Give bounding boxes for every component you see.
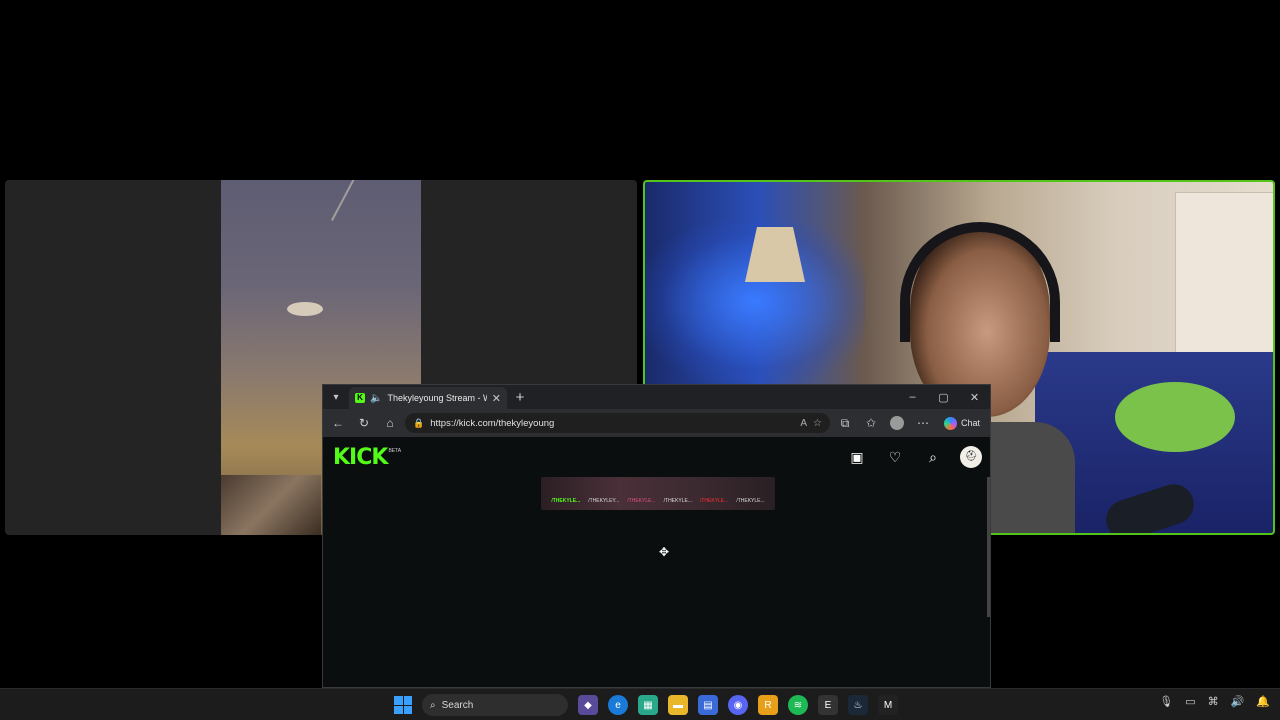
profile-button[interactable] — [886, 412, 908, 434]
ceiling-edge — [331, 180, 399, 221]
tab-list-icon[interactable]: ▾ — [323, 385, 349, 409]
minimize-button[interactable]: – — [897, 385, 928, 409]
browser-window[interactable]: ▾ K 🔈 Thekyleyoung Stream - Watch ✕ + – … — [322, 384, 991, 688]
notification-icon[interactable]: 🔔 — [1256, 695, 1270, 708]
user-avatar[interactable]: ⛑ — [960, 446, 982, 468]
read-aloud-icon[interactable]: A — [800, 418, 807, 429]
profile-avatar — [889, 416, 904, 430]
address-bar[interactable]: 🔒 https://kick.com/thekyleyoung A ☆ — [405, 413, 830, 433]
green-plush-toy — [1115, 382, 1235, 452]
discord-icon[interactable]: ◉ — [728, 695, 748, 715]
kick-header: KICK BETA ▣ ♡ ⌕ ⛑ — [323, 437, 990, 477]
bed-corner — [221, 475, 321, 535]
app-icon-teal[interactable]: ▦ — [638, 695, 658, 715]
channel-banner: /THEKYLE... /THEKYLEY... /THEKYLE... /TH… — [541, 477, 775, 510]
copilot-icon — [943, 416, 957, 430]
lock-icon[interactable]: 🔒 — [413, 418, 424, 429]
banner-instagram-link: /THEKYLE... — [627, 498, 656, 504]
game-app-icon[interactable]: ◆ — [578, 695, 598, 715]
navigation-bar: ← ↻ ⌂ 🔒 https://kick.com/thekyleyoung A … — [323, 409, 990, 437]
microphone-icon[interactable]: 🎙 — [1159, 695, 1173, 708]
volume-icon[interactable]: 🔊 — [1231, 695, 1245, 708]
taskbar-search[interactable]: ⌕ Search — [422, 694, 568, 716]
banner-youtube-link: /THEKYLE... — [699, 498, 729, 504]
ceiling-light — [287, 302, 323, 316]
display-icon[interactable]: ▭ — [1185, 695, 1195, 708]
favorite-icon[interactable]: ☆ — [813, 418, 822, 429]
network-icon[interactable]: ⌘ — [1208, 695, 1219, 708]
windows-start-icon[interactable] — [394, 696, 412, 714]
tab-title: Thekyleyoung Stream - Watch — [387, 393, 486, 403]
system-tray: 🎙 ▭ ⌘ 🔊 🔔 — [1159, 695, 1270, 708]
home-icon[interactable]: ⌂ — [379, 412, 401, 434]
reload-icon[interactable]: ↻ — [353, 412, 375, 434]
app-icon-bm[interactable]: M — [878, 695, 898, 715]
browser-tab-active[interactable]: K 🔈 Thekyleyoung Stream - Watch ✕ — [349, 387, 507, 409]
new-tab-button[interactable]: + — [507, 389, 533, 406]
edge-icon[interactable]: e — [608, 695, 628, 715]
move-cursor-icon: ✥ — [659, 545, 670, 559]
banner-x-link: /THEKYLE... — [736, 498, 765, 504]
file-explorer-icon[interactable]: ▬ — [668, 695, 688, 715]
steam-icon[interactable]: ♨ — [848, 695, 868, 715]
epic-games-icon[interactable]: E — [818, 695, 838, 715]
kick-favicon-icon: K — [355, 393, 365, 403]
tab-close-icon[interactable]: ✕ — [492, 392, 501, 405]
url-text[interactable]: https://kick.com/thekyleyoung — [430, 418, 794, 429]
close-window-button[interactable]: ✕ — [959, 385, 990, 409]
favorites-bar-icon[interactable]: ✩ — [860, 412, 882, 434]
spotify-icon[interactable]: ≋ — [788, 695, 808, 715]
maximize-button[interactable]: ▢ — [928, 385, 959, 409]
desktop: ▾ K 🔈 Thekyleyoung Stream - Watch ✕ + – … — [0, 0, 1280, 688]
taskbar: ⌕ Search ◆ e ▦ ▬ ▤ ◉ R ≋ E ♨ M 🎙 ▭ ⌘ 🔊 🔔 — [0, 688, 1280, 720]
banner-tiktok-link: /THEKYLE... — [663, 498, 692, 504]
chat-label: Chat — [960, 418, 980, 428]
banner-kick-link: /THEKYLE... — [551, 498, 581, 504]
copilot-chat-button[interactable]: Chat — [938, 413, 986, 433]
search-glass-icon: ⌕ — [430, 699, 436, 711]
store-icon[interactable]: ▤ — [698, 695, 718, 715]
more-icon[interactable]: ⋯ — [912, 412, 934, 434]
search-icon[interactable]: ⌕ — [922, 449, 944, 466]
taskbar-search-label: Search — [441, 699, 474, 711]
page-scrollbar[interactable] — [987, 477, 990, 617]
tab-bar: ▾ K 🔈 Thekyleyoung Stream - Watch ✕ + – … — [323, 385, 990, 409]
headphones — [900, 222, 1060, 342]
following-icon[interactable]: ▣ — [846, 449, 868, 466]
speaker-icon[interactable]: 🔈 — [370, 393, 382, 404]
banner-twitch-link: /THEKYLEY... — [588, 498, 620, 504]
kick-beta-label: BETA — [388, 448, 402, 454]
heart-icon[interactable]: ♡ — [884, 449, 906, 466]
extensions-icon[interactable]: ⧉ — [834, 412, 856, 434]
taskbar-apps: ⌕ Search ◆ e ▦ ▬ ▤ ◉ R ≋ E ♨ M — [394, 693, 898, 717]
rockstar-icon[interactable]: R — [758, 695, 778, 715]
kick-logo[interactable]: KICK — [333, 445, 388, 470]
back-icon[interactable]: ← — [327, 412, 349, 434]
kick-header-actions: ▣ ♡ ⌕ ⛑ — [846, 437, 982, 477]
window-controls: – ▢ ✕ — [897, 385, 990, 409]
